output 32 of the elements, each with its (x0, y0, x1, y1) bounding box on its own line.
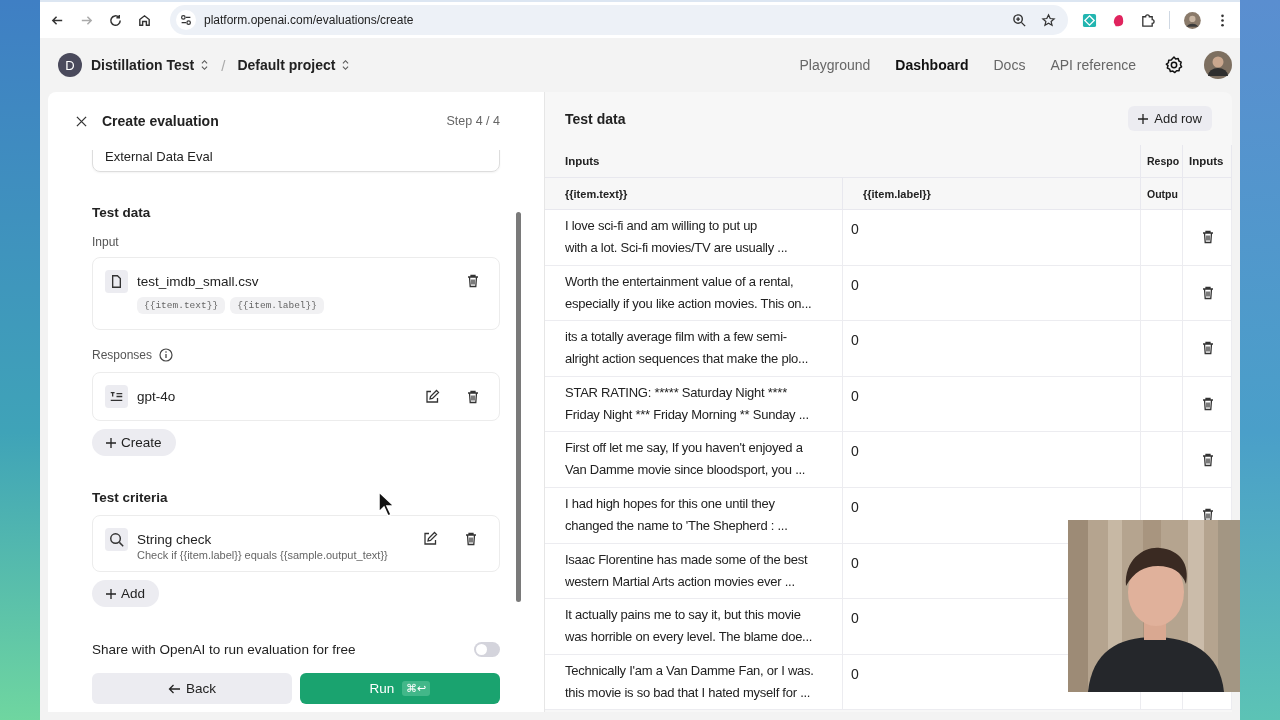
criterion-description: Check if {{item.label}} equals {{sample.output_text}} (137, 549, 389, 561)
url-text: platform.openai.com/evaluations/create (204, 13, 414, 27)
project-switcher[interactable]: Default project (237, 57, 351, 73)
back-button[interactable]: Back (92, 673, 292, 704)
nav-link[interactable]: API reference (1050, 57, 1136, 73)
org-switcher[interactable]: Distillation Test (91, 57, 210, 73)
nav-link[interactable]: Dashboard (895, 57, 969, 73)
variable-tag: {{item.text}} (137, 297, 226, 314)
file-name: test_imdb_small.csv (137, 273, 260, 291)
field-label: Input (92, 235, 120, 249)
step-indicator: Step 4 / 4 (446, 114, 500, 128)
column-group-header: Inputs (545, 145, 1141, 178)
share-label: Share with OpenAI to run evaluation for free (92, 641, 356, 657)
add-button[interactable]: Add (92, 580, 160, 607)
name-field[interactable]: External Data Eval (92, 150, 500, 172)
address-bar[interactable]: platform.openai.com/evaluations/create (170, 5, 1069, 35)
nav-link[interactable]: Playground (799, 57, 871, 73)
panel-title: Test data (565, 110, 626, 127)
org-avatar: D (58, 53, 82, 77)
breadcrumb-separator: / (221, 56, 226, 74)
field-label: Responses (92, 348, 153, 362)
column-group-header: Respo (1141, 145, 1183, 178)
section-heading: Test criteria (92, 490, 168, 505)
model-name: gpt-4o (137, 388, 176, 406)
section-heading: Test data (92, 205, 151, 220)
column-group-header: Inputs (1183, 145, 1232, 178)
criterion-title: String check (137, 531, 213, 549)
add-row-button[interactable]: Add row (1128, 106, 1212, 131)
nav-link[interactable]: Docs (993, 57, 1026, 73)
panel-title: Create evaluation (102, 113, 219, 129)
variable-tag: {{item.label}} (230, 297, 324, 314)
create-button[interactable]: Create (92, 429, 176, 456)
